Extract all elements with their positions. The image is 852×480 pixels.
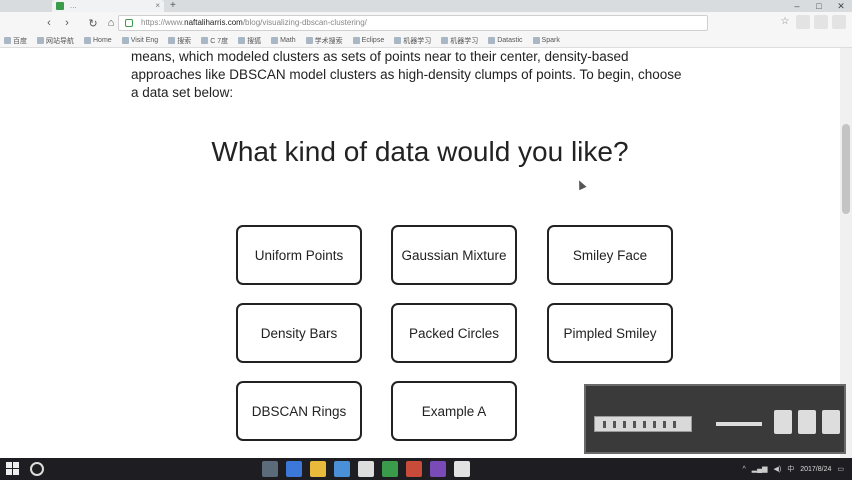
bookmark-icon: [238, 37, 246, 44]
stop-icon[interactable]: [822, 410, 840, 434]
bookmark-item[interactable]: Eclipse: [352, 37, 384, 44]
bookmark-item[interactable]: Math: [271, 37, 296, 44]
bookmark-item[interactable]: Datastic: [488, 37, 523, 44]
bookmark-icon: [352, 37, 360, 44]
app-icon[interactable]: [454, 461, 470, 477]
bookmark-icon: [37, 37, 44, 44]
floating-widget[interactable]: [584, 384, 846, 454]
clock-date: 2017/8/24: [800, 465, 832, 473]
tray-chevron-icon[interactable]: ^: [742, 466, 745, 473]
level-meter: [594, 416, 692, 432]
bookmark-item[interactable]: 学术搜索: [305, 36, 343, 46]
new-tab-button[interactable]: +: [170, 0, 176, 11]
bookmarks-bar: 百度 网站导航 Home Visit Eng 搜索 C 7度 搜狐 Math 学…: [0, 34, 852, 48]
camera-icon[interactable]: [774, 410, 792, 434]
extension-icon[interactable]: [814, 15, 828, 29]
close-window-icon[interactable]: ✕: [830, 0, 852, 12]
file-explorer-icon[interactable]: [310, 461, 326, 477]
pimpled-smiley-button[interactable]: Pimpled Smiley: [547, 303, 673, 363]
tab-title: ...: [70, 1, 77, 10]
bookmark-star-icon[interactable]: ☆: [778, 15, 792, 29]
address-bar[interactable]: https://www.naftaliharris.com/blog/visua…: [118, 15, 708, 31]
bookmark-item[interactable]: Home: [84, 37, 112, 44]
bookmark-icon: [201, 37, 209, 44]
bookmark-icon: [441, 37, 449, 44]
density-bars-button[interactable]: Density Bars: [236, 303, 362, 363]
browser-tab[interactable]: ... ×: [52, 0, 164, 12]
bookmark-icon: [84, 37, 91, 44]
bookmark-item[interactable]: 搜狐: [238, 36, 261, 46]
toolbar-actions: ☆: [778, 15, 846, 29]
system-clock[interactable]: 2017/8/24: [800, 465, 831, 474]
reload-icon[interactable]: ↻: [84, 17, 102, 30]
settings-icon[interactable]: [798, 410, 816, 434]
bookmark-icon: [488, 37, 496, 44]
volume-slider[interactable]: [716, 422, 762, 426]
site-favicon-icon: [56, 2, 64, 10]
bookmark-item[interactable]: C 7度: [201, 36, 228, 46]
taskbar: ^ ▂▄▆ ◀) 中 2017/8/24 ▭: [0, 458, 852, 480]
example-a-button[interactable]: Example A: [391, 381, 517, 441]
task-view-icon[interactable]: [262, 461, 278, 477]
bookmark-item[interactable]: 机器学习: [441, 36, 478, 46]
dbscan-rings-button[interactable]: DBSCAN Rings: [236, 381, 362, 441]
menu-icon[interactable]: [832, 15, 846, 29]
taskbar-apps: [262, 461, 470, 477]
bookmark-item[interactable]: 机器学习: [394, 36, 431, 46]
browser-toolbar: ‹ › ↻ ⌂ https://www.naftaliharris.com/bl…: [0, 12, 852, 34]
bookmark-item[interactable]: Visit Eng: [121, 37, 158, 44]
bookmark-item[interactable]: 网站导航: [37, 36, 74, 46]
bookmark-icon: [394, 37, 402, 44]
bookmark-icon: [532, 37, 540, 44]
bookmark-item[interactable]: Spark: [532, 37, 560, 44]
window-controls: – □ ✕: [786, 0, 852, 12]
packed-circles-button[interactable]: Packed Circles: [391, 303, 517, 363]
bookmark-item[interactable]: 搜索: [168, 36, 191, 46]
url-path: /blog/visualizing-dbscan-clustering/: [242, 18, 367, 27]
tab-strip: ... × + – □ ✕: [0, 0, 852, 12]
ime-indicator[interactable]: 中: [787, 464, 794, 474]
intro-paragraph: means, which modeled clusters as sets of…: [131, 49, 682, 100]
system-tray: ^ ▂▄▆ ◀) 中 2017/8/24 ▭: [742, 458, 844, 480]
bookmark-icon: [4, 37, 11, 44]
maximize-icon[interactable]: □: [808, 0, 830, 12]
app-icon[interactable]: [406, 461, 422, 477]
scrollbar-thumb[interactable]: [842, 124, 850, 214]
browser-app-icon[interactable]: [382, 461, 398, 477]
bookmark-icon: [168, 37, 176, 44]
lock-icon: [125, 19, 133, 27]
gaussian-mixture-button[interactable]: Gaussian Mixture: [391, 225, 517, 285]
back-icon[interactable]: ‹: [40, 17, 58, 29]
extension-icon[interactable]: [796, 15, 810, 29]
app-icon[interactable]: [358, 461, 374, 477]
smiley-face-button[interactable]: Smiley Face: [547, 225, 673, 285]
cortana-icon[interactable]: [30, 462, 44, 476]
minimize-icon[interactable]: –: [786, 0, 808, 12]
bookmark-icon: [271, 37, 279, 44]
bookmark-icon: [121, 37, 129, 44]
url-host: naftaliharris.com: [184, 18, 243, 27]
bookmark-item[interactable]: 百度: [4, 36, 27, 46]
url-scheme: https://www.: [141, 18, 185, 27]
page-title: What kind of data would you like?: [211, 136, 629, 167]
app-icon[interactable]: [430, 461, 446, 477]
edge-icon[interactable]: [286, 461, 302, 477]
tab-close-icon[interactable]: ×: [155, 0, 160, 12]
windows-start-icon[interactable]: [6, 462, 20, 476]
uniform-points-button[interactable]: Uniform Points: [236, 225, 362, 285]
bookmark-icon: [305, 37, 313, 44]
forward-icon[interactable]: ›: [58, 17, 76, 29]
notifications-icon[interactable]: ▭: [837, 465, 844, 473]
network-icon[interactable]: ▂▄▆: [752, 465, 768, 473]
volume-icon[interactable]: ◀): [774, 465, 782, 473]
store-icon[interactable]: [334, 461, 350, 477]
